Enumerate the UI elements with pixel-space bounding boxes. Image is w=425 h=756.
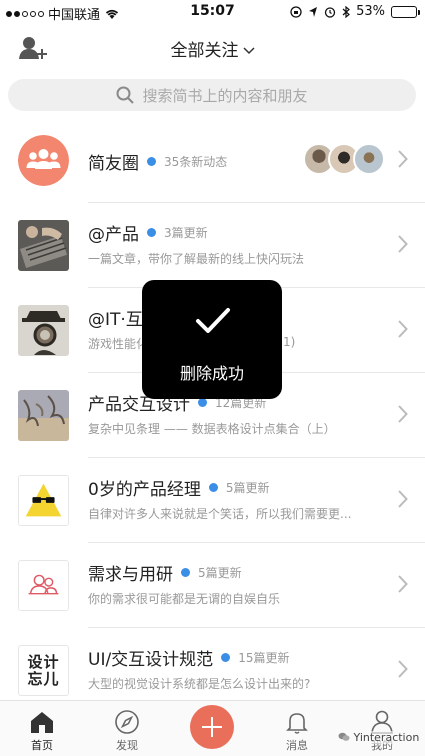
item-description: 复杂中见条理 —— 数据表格设计点集合（上） <box>88 422 336 436</box>
tab-home-label: 首页 <box>31 739 53 752</box>
feed-filter-dropdown[interactable]: 全部关注 <box>0 36 425 61</box>
tab-discover-label: 发现 <box>116 739 138 752</box>
chevron-right-icon <box>398 405 408 423</box>
checkmark-icon <box>196 308 230 333</box>
item-title-line: 简友圈 35条新动态 <box>88 149 227 174</box>
item-title: 简友圈 <box>88 154 139 174</box>
success-toast: 删除成功 <box>142 280 282 399</box>
item-description: 大型的视觉设计系统都是怎么设计出来的? <box>88 677 311 691</box>
chevron-right-icon <box>398 235 408 253</box>
chevron-right-icon <box>398 575 408 593</box>
list-item[interactable]: @产品 3篇更新 一篇文章，带你了解最新的线上快闪玩法 <box>0 203 425 288</box>
collection-cover-image <box>18 305 69 356</box>
search-icon <box>116 86 135 104</box>
update-dot <box>147 157 156 166</box>
tab-messages[interactable]: 消息 <box>267 709 327 753</box>
collection-cover-image: 设计 忘儿 <box>18 645 69 696</box>
wechat-icon <box>338 732 350 741</box>
toast-message: 删除成功 <box>179 364 244 383</box>
collection-cover-image <box>18 390 69 441</box>
chevron-right-icon <box>398 320 408 338</box>
item-description: 游戏性能化 <box>88 337 149 351</box>
item-title: UI/交互设计规范 <box>88 650 214 670</box>
location-icon <box>309 6 318 17</box>
update-dot <box>181 568 190 577</box>
cover-lettering: 设计 忘儿 <box>27 652 60 688</box>
item-description: 你的需求很可能都是无谓的自娱自乐 <box>88 592 281 606</box>
list-item[interactable]: 简友圈 35条新动态 <box>0 118 425 203</box>
tab-messages-label: 消息 <box>286 739 308 752</box>
battery-icon <box>391 5 420 18</box>
update-dot <box>198 398 207 407</box>
chevron-down-icon <box>242 47 255 55</box>
item-title: 需求与用研 <box>88 565 173 585</box>
status-bar: 中国联通 15:07 53% <box>0 0 425 24</box>
update-dot <box>147 228 156 237</box>
item-title: @IT·互 <box>88 310 143 330</box>
item-update-count: 15篇更新 <box>238 651 290 665</box>
bell-icon <box>286 713 308 734</box>
list-item[interactable]: 需求与用研 5篇更新 你的需求很可能都是无谓的自娱自乐 <box>0 543 425 628</box>
search-bar[interactable]: 搜索简书上的内容和朋友 <box>8 79 416 111</box>
collection-cover-image <box>18 560 69 611</box>
nav-title-label: 全部关注 <box>170 41 239 61</box>
chevron-right-icon <box>398 150 408 168</box>
item-title-line: 0岁的产品经理 5篇更新 <box>88 475 269 500</box>
rotation-lock-icon <box>290 5 302 18</box>
update-dot <box>221 653 231 662</box>
item-update-count: 5篇更新 <box>225 481 270 495</box>
item-title: 0岁的产品经理 <box>88 480 201 500</box>
item-description: 自律对许多人来说就是个笑话，所以我们需要更... <box>88 507 352 521</box>
home-icon <box>31 712 53 733</box>
watermark: Yinteraction <box>338 731 420 744</box>
alarm-icon <box>324 6 336 18</box>
friends-circle-icon <box>18 135 69 186</box>
item-title: @产品 <box>88 225 139 245</box>
update-dot <box>208 483 218 492</box>
battery-percent: 53% <box>356 4 385 19</box>
item-title-line: @产品 3篇更新 <box>88 220 208 245</box>
item-title-line: 需求与用研 5篇更新 <box>88 560 242 585</box>
item-description: 一篇文章，带你了解最新的线上快闪玩法 <box>88 252 305 266</box>
friend-avatars <box>303 143 385 177</box>
compass-icon <box>115 710 139 734</box>
chevron-right-icon <box>398 660 408 678</box>
item-description-fragment: 1) <box>283 335 296 349</box>
tab-discover[interactable]: 发现 <box>97 709 157 753</box>
write-article-button[interactable] <box>190 705 234 749</box>
collection-cover-image <box>18 220 69 271</box>
bluetooth-icon <box>342 5 351 18</box>
following-list: 简友圈 35条新动态 @产品 3篇更新 一篇文章，带你了解最新的线上快闪玩法 @… <box>0 118 425 713</box>
watermark-text: Yinteraction <box>353 731 420 744</box>
avatar <box>353 143 385 175</box>
item-update-count: 5篇更新 <box>198 566 242 580</box>
list-item[interactable]: 0岁的产品经理 5篇更新 自律对许多人来说就是个笑话，所以我们需要更... <box>0 458 425 543</box>
status-right: 53% <box>290 4 420 19</box>
nav-bar: 全部关注 <box>0 24 425 72</box>
item-title-line: UI/交互设计规范 15篇更新 <box>88 645 289 670</box>
collection-cover-image <box>18 475 69 526</box>
item-title-line: @IT·互 <box>88 305 143 330</box>
search-placeholder: 搜索简书上的内容和朋友 <box>142 86 308 105</box>
tab-home[interactable]: 首页 <box>12 709 72 753</box>
item-update-count: 3篇更新 <box>164 226 208 240</box>
chevron-right-icon <box>398 490 408 508</box>
item-update-count: 35条新动态 <box>164 155 228 169</box>
